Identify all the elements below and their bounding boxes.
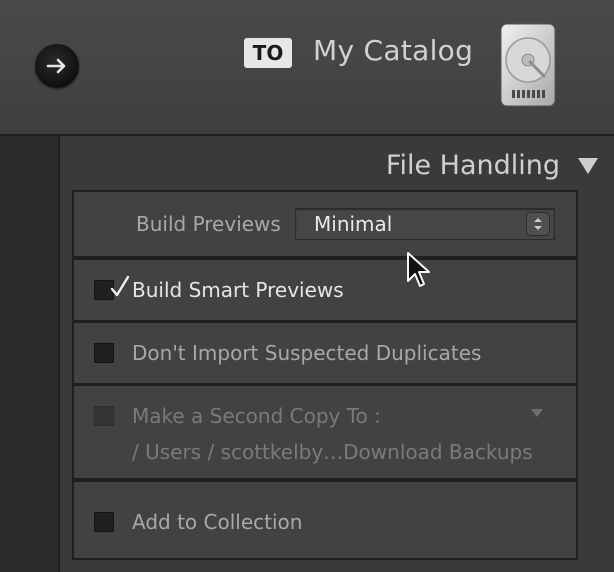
second-copy-path: / Users / scottkelby…Download Backups — [132, 440, 533, 464]
dont-import-duplicates-row: Don't Import Suspected Duplicates — [72, 321, 578, 385]
checkmark-icon — [110, 275, 130, 297]
second-copy-label: Make a Second Copy To : — [132, 404, 381, 428]
chevron-down-icon[interactable] — [530, 408, 544, 418]
build-smart-previews-checkbox[interactable] — [94, 275, 130, 300]
add-to-collection-row: Add to Collection — [72, 480, 578, 560]
add-to-collection-label: Add to Collection — [132, 510, 303, 534]
build-previews-value: Minimal — [314, 212, 393, 236]
build-previews-row: Build Previews Minimal — [72, 190, 578, 258]
build-previews-label: Build Previews — [136, 212, 281, 236]
build-smart-previews-label: Build Smart Previews — [132, 278, 344, 302]
build-previews-dropdown[interactable]: Minimal — [295, 208, 555, 240]
build-smart-previews-row: Build Smart Previews — [72, 258, 578, 322]
second-copy-row: Make a Second Copy To : / Users / scottk… — [72, 384, 578, 480]
file-handling-panel: File Handling Build Previews Minimal Bui… — [58, 136, 614, 572]
dont-import-duplicates-checkbox[interactable] — [94, 343, 114, 363]
import-destination-header: TO My Catalog — [0, 0, 614, 136]
dont-import-duplicates-label: Don't Import Suspected Duplicates — [132, 341, 482, 365]
up-down-stepper-icon[interactable] — [526, 212, 550, 236]
add-to-collection-checkbox[interactable] — [94, 512, 114, 532]
catalog-name: My Catalog — [313, 34, 474, 67]
to-badge: TO — [244, 38, 292, 68]
hard-drive-icon[interactable] — [500, 22, 556, 108]
mouse-pointer-icon — [407, 252, 430, 287]
collapse-triangle-icon[interactable] — [578, 157, 598, 174]
left-panel-edge — [0, 136, 58, 572]
panel-title: File Handling — [385, 150, 560, 181]
arrow-right-icon[interactable] — [35, 44, 79, 88]
panel-header[interactable]: File Handling — [386, 150, 598, 181]
second-copy-checkbox[interactable] — [94, 406, 114, 426]
